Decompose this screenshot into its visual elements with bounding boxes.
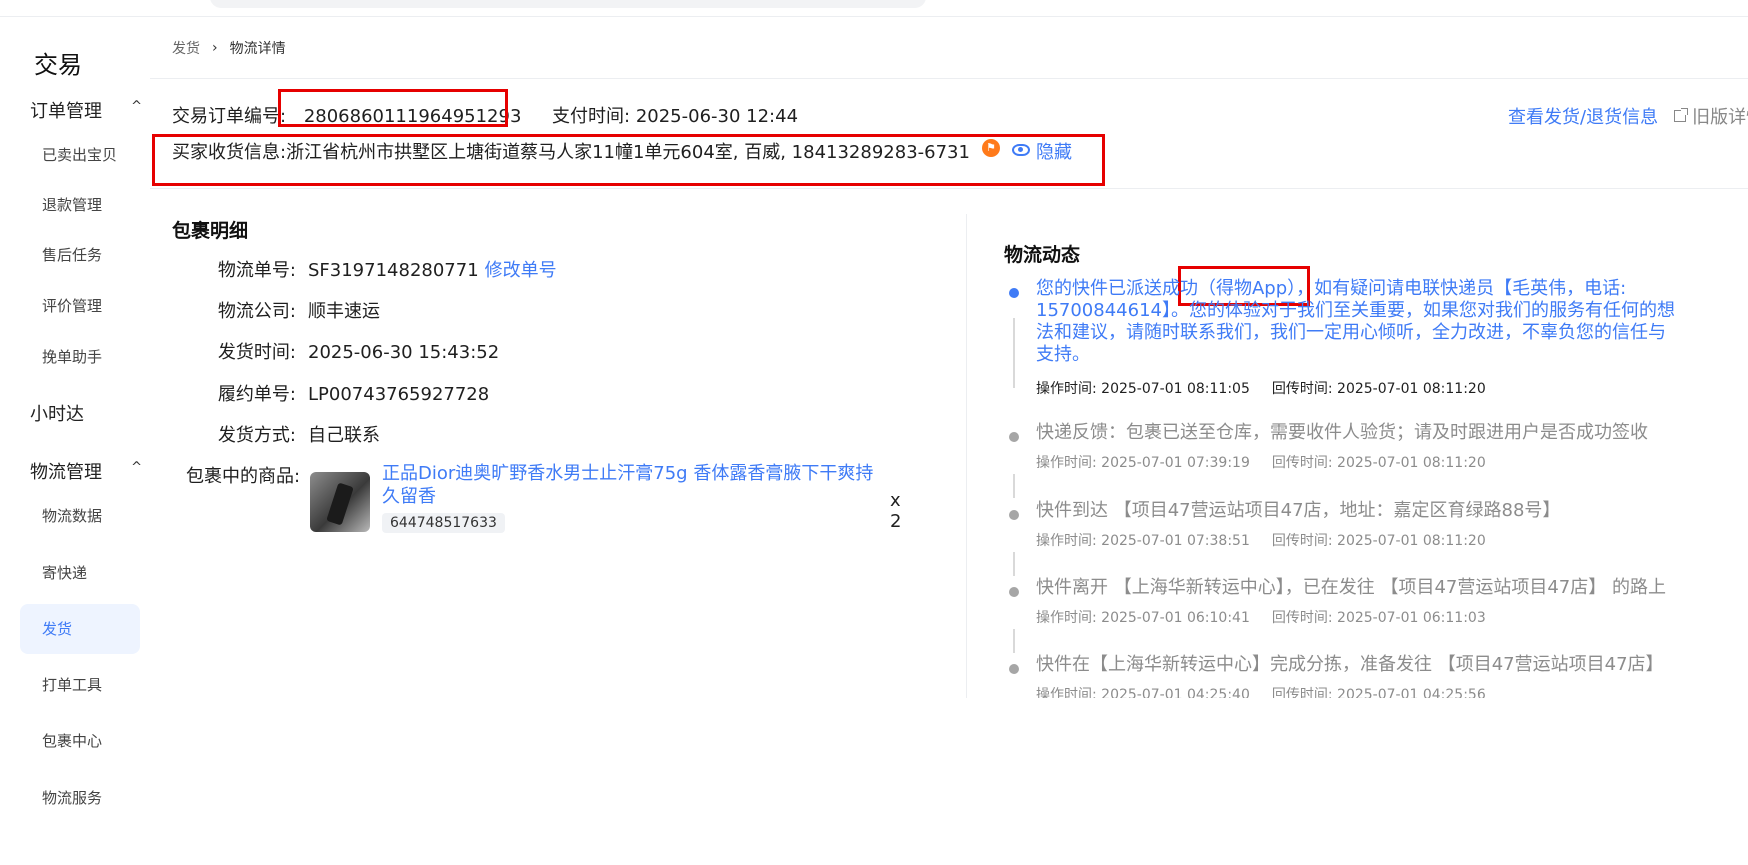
breadcrumb-item-logistics-detail: 物流详情 bbox=[229, 41, 286, 57]
pay-time-value: 2025-06-30 12:44 bbox=[635, 106, 799, 127]
timeline-event-time: 操作时间: 2025-07-01 06:10:41 回传时间: 2025-07-0… bbox=[1036, 610, 1486, 626]
edit-tracking-number-link[interactable]: 修改单号 bbox=[485, 260, 557, 281]
ship-time-row: 发货时间: 2025-06-30 15:43:52 bbox=[186, 338, 499, 364]
goods-name-link[interactable]: 正品Dior迪奥旷野香水男士止汗膏75g 香体露香膏腋下干爽持久留香 bbox=[382, 462, 882, 508]
sidebar-group-order-management[interactable]: 订单管理 ^ bbox=[30, 97, 142, 123]
pay-time-label: 支付时间: bbox=[552, 106, 631, 127]
timeline-event-time: 操作时间: 2025-07-01 08:11:05 回传时间: 2025-07-0… bbox=[1036, 381, 1486, 397]
top-divider bbox=[0, 16, 1748, 17]
old-version-link[interactable]: 旧版详情 bbox=[1692, 103, 1748, 129]
external-link-icon bbox=[1674, 108, 1689, 122]
timeline-event-text: 您的快件已派送成功（得物App），如有疑问请电联快递员【毛英伟，电话: 1570… bbox=[1036, 278, 1675, 365]
sidebar-group-label: 订单管理 bbox=[30, 101, 102, 122]
column-divider bbox=[966, 214, 967, 698]
buyer-address-value: 浙江省杭州市拱墅区上塘街道蔡马人家11幢1单元604室, 百威, 1841328… bbox=[286, 142, 970, 163]
timeline-event-text: 快递反馈：包裹已送至仓库，需要收件人验货；请及时跟进用户是否成功签收 bbox=[1036, 422, 1648, 443]
sidebar-group-label: 小时达 bbox=[30, 404, 84, 425]
timeline-line bbox=[1013, 318, 1015, 388]
eye-icon[interactable] bbox=[1011, 144, 1030, 156]
ship-method-row: 发货方式: 自己联系 bbox=[186, 421, 380, 447]
breadcrumb-divider bbox=[150, 78, 1748, 79]
sidebar-item-print-tool[interactable]: 打单工具 bbox=[20, 660, 140, 710]
buyer-address-label: 买家收货信息: bbox=[172, 142, 287, 163]
sidebar-item-logistics-service[interactable]: 物流服务 bbox=[20, 773, 140, 823]
breadcrumb: 发货 › 物流详情 bbox=[172, 38, 286, 58]
tracking-number-value: SF3197148280771 bbox=[308, 260, 479, 281]
ship-method-label: 发货方式: bbox=[217, 425, 296, 446]
sidebar-item-order-retention[interactable]: 挽单助手 bbox=[20, 332, 140, 382]
ship-time-value: 2025-06-30 15:43:52 bbox=[308, 342, 500, 363]
chevron-right-icon: › bbox=[212, 40, 218, 56]
timeline-line bbox=[1013, 474, 1015, 498]
timeline-dot-icon bbox=[1009, 432, 1019, 442]
timeline-dot-icon bbox=[1009, 288, 1019, 298]
tracking-number-row: 物流单号: SF3197148280771 修改单号 bbox=[186, 256, 557, 282]
chevron-up-icon: ^ bbox=[131, 460, 142, 475]
timeline-line bbox=[1013, 552, 1015, 576]
sidebar-item-ship[interactable]: 发货 bbox=[20, 604, 140, 654]
sidebar-group-label: 物流管理 bbox=[30, 462, 102, 483]
goods-quantity: x 2 bbox=[890, 490, 902, 532]
order-number-label: 交易订单编号: bbox=[172, 106, 287, 127]
timeline-event-text: 快件离开 【上海华新转运中心】，已在发往 【项目47营运站项目47店】 的路上 bbox=[1036, 577, 1666, 598]
timeline-event-time: 操作时间: 2025-07-01 07:38:51 回传时间: 2025-07-0… bbox=[1036, 533, 1486, 549]
order-number-value: 2806860111964951293 bbox=[303, 106, 522, 127]
logistics-company-label: 物流公司: bbox=[217, 301, 296, 322]
ship-time-label: 发货时间: bbox=[217, 342, 296, 363]
fulfillment-number-value: LP00743765927728 bbox=[308, 384, 490, 405]
timeline-event-time: 操作时间: 2025-07-01 04:25:40 回传时间: 2025-07-0… bbox=[1036, 687, 1486, 698]
timeline-dot-icon bbox=[1009, 664, 1019, 674]
hide-address-link[interactable]: 隐藏 bbox=[1036, 138, 1072, 164]
timeline-event-text: 快件到达 【项目47营运站项目47店，地址：嘉定区育绿路88号】 bbox=[1036, 500, 1561, 521]
top-right-links: 查看发货/退货信息 旧版详情 bbox=[1508, 103, 1748, 129]
goods-id-badge: 644748517633 bbox=[382, 513, 505, 533]
goods-label: 包裹中的商品: bbox=[186, 466, 301, 487]
timeline-dot-icon bbox=[1009, 587, 1019, 597]
tracking-number-label: 物流单号: bbox=[217, 260, 296, 281]
timeline-dot-icon bbox=[1009, 510, 1019, 520]
sidebar-item-review-management[interactable]: 评价管理 bbox=[20, 281, 140, 331]
sidebar-item-refund-management[interactable]: 退款管理 bbox=[20, 180, 140, 230]
fulfillment-number-row: 履约单号: LP00743765927728 bbox=[186, 380, 489, 406]
sidebar-item-sold-items[interactable]: 已卖出宝贝 bbox=[20, 130, 140, 180]
sidebar-item-logistics-data[interactable]: 物流数据 bbox=[20, 491, 140, 541]
sidebar-group-hourly-delivery[interactable]: 小时达 bbox=[30, 400, 142, 426]
sidebar: 交易 订单管理 ^ 已卖出宝贝 退款管理 售后任务 评价管理 挽单助手 小时达 … bbox=[0, 17, 150, 865]
ship-method-value: 自己联系 bbox=[308, 425, 380, 446]
pay-time-row: 支付时间: 2025-06-30 12:44 bbox=[552, 102, 798, 128]
sidebar-title: 交易 bbox=[34, 51, 82, 79]
timeline-line bbox=[1013, 629, 1015, 653]
fulfillment-number-label: 履约单号: bbox=[217, 384, 296, 405]
buyer-address-row: 买家收货信息: 浙江省杭州市拱墅区上塘街道蔡马人家11幢1单元604室, 百威,… bbox=[172, 138, 1072, 164]
chevron-up-icon: ^ bbox=[131, 99, 142, 114]
logistics-timeline: 您的快件已派送成功（得物App），如有疑问请电联快递员【毛英伟，电话: 1570… bbox=[1004, 278, 1704, 698]
sidebar-item-send-express[interactable]: 寄快递 bbox=[20, 548, 140, 598]
buyer-badge-icon: ⚑ bbox=[981, 139, 1000, 157]
timeline-event-time: 操作时间: 2025-07-01 07:39:19 回传时间: 2025-07-0… bbox=[1036, 455, 1486, 471]
package-detail-title: 包裹明细 bbox=[172, 220, 249, 242]
sidebar-group-logistics-management[interactable]: 物流管理 ^ bbox=[30, 458, 142, 484]
goods-thumbnail[interactable] bbox=[310, 472, 370, 532]
logistics-company-row: 物流公司: 顺丰速运 bbox=[186, 297, 380, 323]
breadcrumb-item-ship[interactable]: 发货 bbox=[172, 38, 200, 58]
section-divider bbox=[150, 188, 1748, 189]
timeline-event-text: 快件在【上海华新转运中心】完成分拣，准备发往 【项目47营运站项目47店】 bbox=[1036, 654, 1664, 675]
top-search-bar[interactable] bbox=[210, 0, 926, 8]
view-shipping-return-link[interactable]: 查看发货/退货信息 bbox=[1508, 103, 1658, 129]
logistics-title: 物流动态 bbox=[1004, 244, 1081, 266]
sidebar-item-aftersale-tasks[interactable]: 售后任务 bbox=[20, 230, 140, 280]
order-number-row: 交易订单编号: 2806860111964951293 bbox=[172, 102, 521, 128]
sidebar-item-package-center[interactable]: 包裹中心 bbox=[20, 716, 140, 766]
logistics-company-value: 顺丰速运 bbox=[308, 301, 380, 322]
